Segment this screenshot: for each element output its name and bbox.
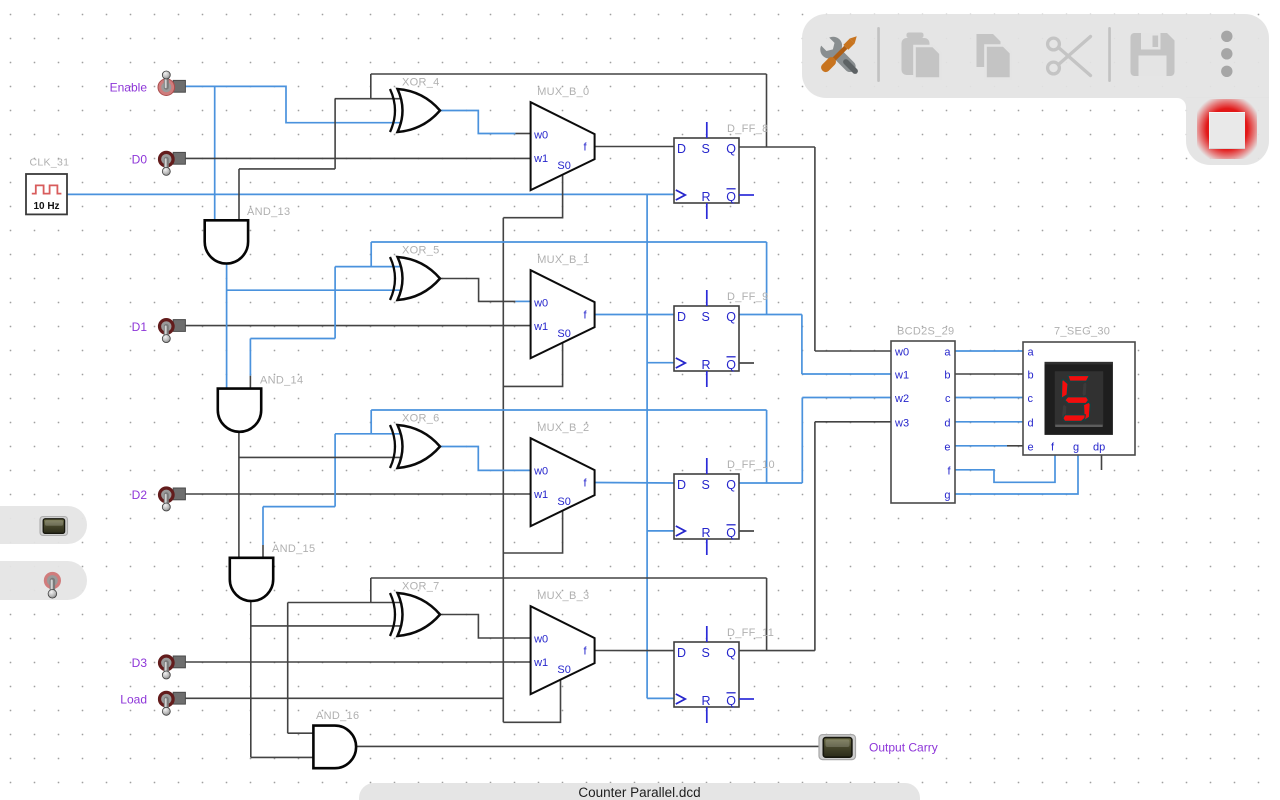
svg-text:g: g	[1073, 441, 1079, 453]
svg-text:c: c	[1028, 393, 1034, 405]
svg-text:Q: Q	[726, 310, 736, 324]
svg-text:Output Carry: Output Carry	[869, 741, 938, 755]
svg-text:d: d	[1028, 417, 1034, 429]
svg-text:b: b	[1028, 370, 1034, 382]
svg-text:R: R	[702, 526, 711, 540]
svg-text:w1: w1	[533, 657, 548, 669]
svg-text:S: S	[702, 142, 710, 156]
svg-text:10 Hz: 10 Hz	[33, 201, 59, 212]
svg-text:S0: S0	[557, 328, 570, 340]
svg-text:w1: w1	[533, 321, 548, 333]
svg-text:CLK_31: CLK_31	[30, 156, 70, 168]
svg-text:Q: Q	[726, 694, 736, 708]
svg-text:d: d	[944, 417, 950, 429]
svg-text:Load: Load	[120, 693, 147, 707]
svg-text:S: S	[702, 646, 710, 660]
svg-text:w1: w1	[894, 370, 909, 382]
svg-text:MUX_B_3: MUX_B_3	[537, 590, 589, 602]
svg-text:XOR_4: XOR_4	[402, 76, 440, 88]
svg-text:w0: w0	[894, 347, 909, 359]
svg-text:Q: Q	[726, 358, 736, 372]
svg-text:7_SEG_30: 7_SEG_30	[1054, 326, 1110, 338]
svg-text:Q: Q	[726, 478, 736, 492]
svg-text:a: a	[1028, 347, 1035, 359]
svg-text:S: S	[702, 478, 710, 492]
svg-text:D_FF_11: D_FF_11	[727, 627, 774, 639]
svg-text:MUX_B_2: MUX_B_2	[537, 422, 589, 434]
svg-text:D: D	[677, 310, 686, 324]
svg-text:S: S	[702, 310, 710, 324]
svg-text:R: R	[702, 694, 711, 708]
svg-text:a: a	[944, 347, 951, 359]
svg-text:D: D	[677, 142, 686, 156]
svg-text:S0: S0	[557, 160, 570, 172]
svg-text:w0: w0	[533, 633, 548, 645]
svg-text:Q: Q	[726, 526, 736, 540]
svg-text:D: D	[677, 646, 686, 660]
svg-text:w0: w0	[533, 129, 548, 141]
svg-text:D3: D3	[132, 656, 148, 670]
svg-text:e: e	[1028, 441, 1034, 453]
svg-text:w1: w1	[533, 153, 548, 165]
svg-text:R: R	[702, 358, 711, 372]
svg-text:D2: D2	[132, 488, 148, 502]
svg-text:BCD2S_29: BCD2S_29	[897, 326, 954, 338]
svg-text:D_FF_10: D_FF_10	[727, 459, 775, 471]
svg-text:w2: w2	[894, 393, 909, 405]
svg-text:D_FF_9: D_FF_9	[727, 291, 769, 303]
svg-text:AND_16: AND_16	[316, 710, 359, 722]
svg-text:w0: w0	[533, 297, 548, 309]
svg-text:e: e	[944, 441, 950, 453]
svg-text:D: D	[677, 478, 686, 492]
svg-text:Enable: Enable	[110, 81, 148, 95]
svg-text:g: g	[944, 490, 950, 502]
svg-text:w0: w0	[533, 465, 548, 477]
svg-text:AND_15: AND_15	[272, 543, 315, 555]
svg-text:b: b	[944, 370, 950, 382]
svg-text:XOR_6: XOR_6	[402, 412, 440, 424]
svg-text:Q: Q	[726, 646, 736, 660]
svg-text:dp: dp	[1093, 441, 1105, 453]
svg-text:c: c	[945, 393, 951, 405]
svg-text:w3: w3	[894, 417, 909, 429]
svg-text:MUX_B_1: MUX_B_1	[537, 254, 589, 266]
svg-text:D0: D0	[132, 153, 148, 167]
svg-text:D1: D1	[132, 320, 148, 334]
svg-text:Q: Q	[726, 142, 736, 156]
svg-text:D_FF_8: D_FF_8	[727, 123, 769, 135]
svg-text:Q: Q	[726, 190, 736, 204]
svg-text:w1: w1	[533, 489, 548, 501]
svg-text:MUX_B_0: MUX_B_0	[537, 86, 589, 98]
svg-text:XOR_5: XOR_5	[402, 244, 440, 256]
svg-text:R: R	[702, 190, 711, 204]
svg-text:AND_14: AND_14	[260, 374, 303, 386]
svg-text:XOR_7: XOR_7	[402, 580, 440, 592]
svg-text:S0: S0	[557, 496, 570, 508]
svg-text:AND_13: AND_13	[247, 206, 290, 218]
svg-text:S0: S0	[557, 664, 570, 676]
